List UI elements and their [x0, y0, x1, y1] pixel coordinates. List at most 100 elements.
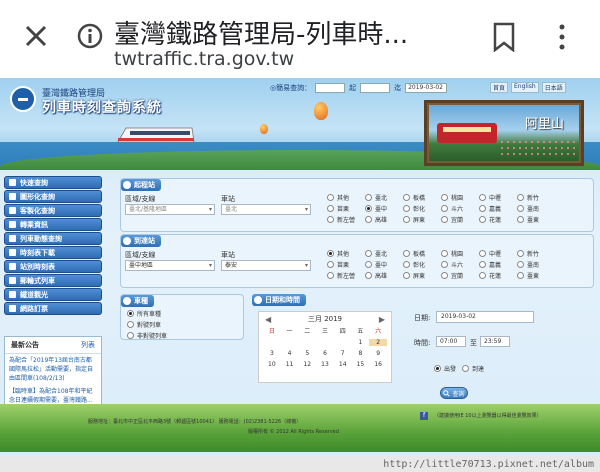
origin-region-select[interactable]: 臺北/基隆地區	[125, 204, 215, 215]
calendar-day[interactable]: 1	[352, 339, 370, 346]
calendar-day[interactable]: 6	[316, 350, 334, 357]
mode-depart-radio[interactable]: 出發	[434, 364, 456, 373]
destination-station-radio[interactable]: 板橋	[403, 249, 441, 258]
link-home[interactable]: 首頁	[490, 82, 509, 93]
origin-station-select[interactable]: 臺北	[221, 204, 311, 215]
calendar-day[interactable]: 16	[369, 361, 387, 368]
train-type-all[interactable]: 所有車種	[127, 309, 167, 318]
news-list-link[interactable]: 列表	[81, 340, 95, 350]
radio-dot	[479, 216, 486, 223]
info-icon[interactable]	[76, 22, 104, 50]
origin-station-radio[interactable]: 板橋	[403, 193, 441, 202]
origin-station-radio[interactable]: 斗六	[441, 204, 479, 213]
quick-to-label: 迄	[394, 84, 402, 92]
sidebar-item-cruise-train[interactable]: 郵輪式列車	[4, 274, 102, 287]
origin-station-radio[interactable]: 花蓮	[479, 215, 517, 224]
quick-from-field[interactable]	[315, 83, 346, 93]
url-text[interactable]: twtraffic.tra.gov.tw	[114, 48, 294, 70]
destination-station-radio[interactable]: 宜蘭	[441, 271, 479, 280]
destination-station-radio[interactable]: 其他	[327, 249, 365, 258]
calendar-day[interactable]: 10	[263, 361, 281, 368]
destination-region-select[interactable]: 臺中地區	[125, 260, 215, 271]
destination-station-radio[interactable]: 臺北	[365, 249, 403, 258]
sidebar-item-download[interactable]: 時刻表下載	[4, 246, 102, 259]
destination-station-radio[interactable]: 中壢	[479, 249, 517, 258]
link-english[interactable]: English	[511, 82, 539, 93]
destination-station-radio[interactable]: 嘉義	[479, 260, 517, 269]
calendar-day[interactable]: 7	[334, 350, 352, 357]
origin-station-radio[interactable]: 中壢	[479, 193, 517, 202]
destination-station-radio[interactable]: 新左營	[327, 271, 365, 280]
radio-dot	[517, 216, 524, 223]
footer-copyright: 版權所有 © 2012 All Rights Reserved	[248, 429, 339, 435]
origin-station-radios: 其他 臺北 板橋 桃園 中壢 新竹苗栗 臺中 彰化 斗六 嘉義 臺南新左營 高雄 屏東 宜蘭 花蓮 臺東	[327, 193, 555, 224]
calendar-day[interactable]: 5	[298, 350, 316, 357]
destination-station-radio[interactable]: 苗栗	[327, 260, 365, 269]
link-japanese[interactable]: 日本語	[541, 82, 566, 93]
calendar-day[interactable]: 12	[298, 361, 316, 368]
origin-station-radio[interactable]: 臺東	[517, 215, 555, 224]
more-icon[interactable]	[556, 22, 568, 52]
bookmark-icon[interactable]	[492, 22, 516, 52]
calendar-day[interactable]: 9	[369, 350, 387, 357]
destination-station-radio[interactable]: 彰化	[403, 260, 441, 269]
sidebar-item-transfer[interactable]: 轉乘資訊	[4, 218, 102, 231]
origin-station-radio[interactable]: 其他	[327, 193, 365, 202]
destination-station-radios: 其他 臺北 板橋 桃園 中壢 新竹苗栗 臺中 彰化 斗六 嘉義 臺南新左營 高雄 屏東 宜蘭 花蓮 臺東	[327, 249, 555, 280]
origin-station-radio[interactable]: 宜蘭	[441, 215, 479, 224]
destination-station-radio[interactable]: 臺中	[365, 260, 403, 269]
origin-station-radio[interactable]: 臺南	[517, 204, 555, 213]
calendar-prev-button[interactable]: ◀	[265, 315, 271, 324]
calendar-day[interactable]: 14	[334, 361, 352, 368]
origin-station-radio[interactable]: 高雄	[365, 215, 403, 224]
calendar-next-button[interactable]: ▶	[379, 315, 385, 324]
sidebar-item-live-status[interactable]: 列車動態查詢	[4, 232, 102, 245]
origin-station-radio[interactable]: 新左營	[327, 215, 365, 224]
destination-station-radio[interactable]: 花蓮	[479, 271, 517, 280]
calendar-day[interactable]: 13	[316, 361, 334, 368]
origin-station-radio[interactable]: 臺中	[365, 204, 403, 213]
destination-station-radio[interactable]: 桃園	[441, 249, 479, 258]
sidebar-item-station-timetable[interactable]: 站別時刻表	[4, 260, 102, 273]
radio-dot	[365, 216, 372, 223]
origin-station-radio[interactable]: 桃園	[441, 193, 479, 202]
destination-station-select[interactable]: 泰安	[221, 260, 311, 271]
origin-station-radio[interactable]: 苗栗	[327, 204, 365, 213]
sidebar-item-quick-search[interactable]: 快速查詢	[4, 176, 102, 189]
sidebar-item-rail-tourism[interactable]: 鐵道觀光	[4, 288, 102, 301]
radio-dot	[327, 216, 334, 223]
calendar-day[interactable]: 8	[352, 350, 370, 357]
destination-station-radio[interactable]: 臺東	[517, 271, 555, 280]
calendar-day[interactable]: 4	[281, 350, 299, 357]
origin-station-radio[interactable]: 彰化	[403, 204, 441, 213]
calendar-day[interactable]: 11	[281, 361, 299, 368]
date-input[interactable]: 2019-03-02	[436, 311, 534, 323]
destination-station-radio[interactable]: 斗六	[441, 260, 479, 269]
train-type-reserved[interactable]: 對號列車	[127, 320, 167, 329]
time-to-select[interactable]: 23:59	[480, 336, 510, 347]
quick-date-field[interactable]: 2019-03-02	[405, 83, 448, 93]
mode-arrive-radio[interactable]: 到達	[462, 364, 484, 373]
origin-station-radio[interactable]: 嘉義	[479, 204, 517, 213]
calendar-day[interactable]: 3	[263, 350, 281, 357]
destination-station-radio[interactable]: 屏東	[403, 271, 441, 280]
destination-station-radio[interactable]: 高雄	[365, 271, 403, 280]
news-item[interactable]: 為配合「2019年13屆台南古都國際馬拉松」活動需要，指定自由區間車(108/2…	[5, 354, 101, 385]
origin-station-radio[interactable]: 臺北	[365, 193, 403, 202]
quick-to-field[interactable]	[360, 83, 391, 93]
sidebar-item-online-booking[interactable]: 網路訂票	[4, 302, 102, 315]
query-button[interactable]: 查詢	[440, 387, 468, 399]
close-icon[interactable]	[22, 22, 50, 50]
time-from-select[interactable]: 07:00	[436, 336, 466, 347]
origin-station-radio[interactable]: 新竹	[517, 193, 555, 202]
destination-station-radio[interactable]: 臺南	[517, 260, 555, 269]
sidebar-item-custom-search[interactable]: 客製化查詢	[4, 204, 102, 217]
sidebar-item-graphic-search[interactable]: 圖形化查詢	[4, 190, 102, 203]
calendar-day[interactable]: 15	[352, 361, 370, 368]
origin-station-radio[interactable]: 屏東	[403, 215, 441, 224]
arrow-right-icon	[123, 237, 131, 245]
destination-station-radio[interactable]: 新竹	[517, 249, 555, 258]
calendar-day[interactable]: 2	[369, 339, 387, 346]
train-type-non-reserved[interactable]: 非對號列車	[127, 331, 167, 340]
facebook-icon[interactable]: f	[420, 412, 428, 420]
